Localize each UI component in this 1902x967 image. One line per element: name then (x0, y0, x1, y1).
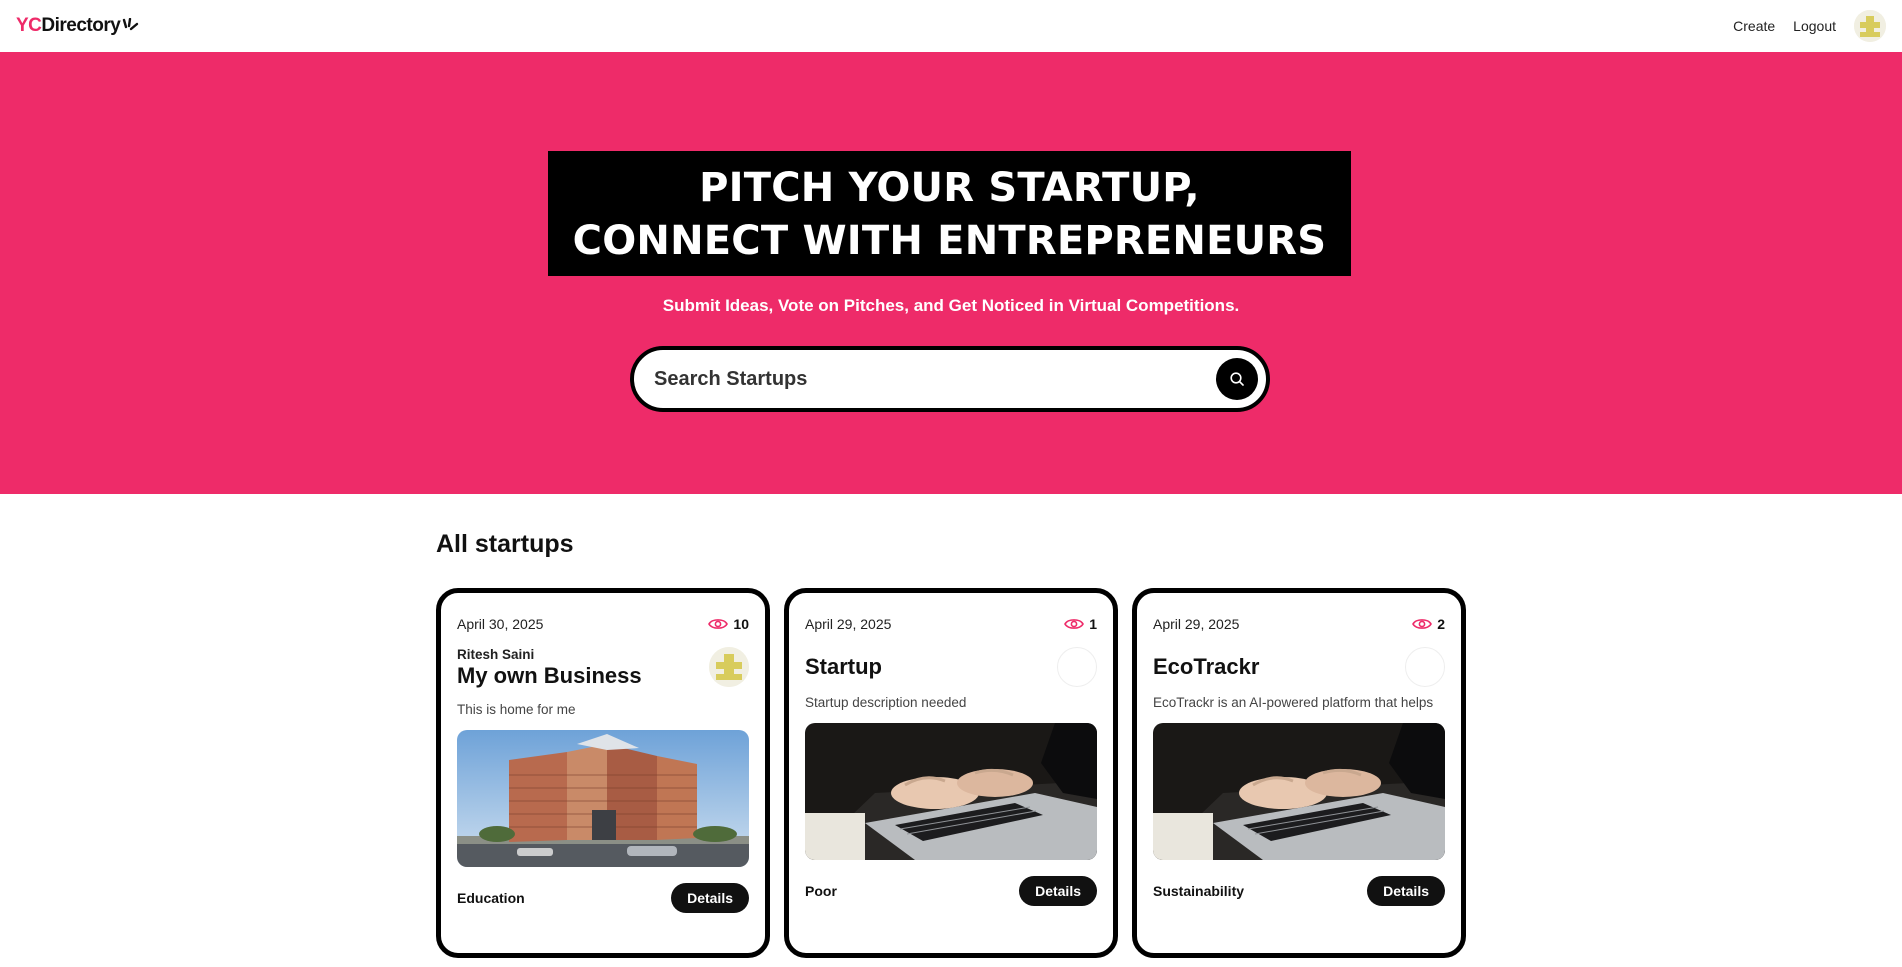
startup-image[interactable] (805, 723, 1097, 860)
logo-directory: Directory (41, 15, 121, 36)
logo[interactable]: YC Directory (16, 15, 140, 37)
eye-icon (1064, 619, 1085, 629)
startup-title[interactable]: EcoTrackr (1153, 653, 1259, 681)
author-avatar[interactable] (1057, 647, 1097, 687)
startup-card: April 29, 2025 2 EcoTrackr EcoTrackr is … (1132, 588, 1466, 958)
hero-section: PITCH YOUR STARTUP, CONNECT WITH ENTREPR… (0, 52, 1902, 494)
eye-icon (708, 619, 729, 629)
user-avatar[interactable] (1854, 10, 1886, 42)
search-button[interactable] (1216, 358, 1258, 400)
card-date: April 29, 2025 (805, 616, 892, 632)
startup-category[interactable]: Education (457, 890, 525, 906)
startup-image[interactable] (1153, 723, 1445, 860)
details-button[interactable]: Details (1367, 876, 1445, 906)
startup-card: April 30, 2025 10 Ritesh Saini My own Bu… (436, 588, 770, 958)
view-count: 1 (1064, 616, 1097, 632)
avatar-identicon-icon (1854, 10, 1886, 42)
startup-title[interactable]: Startup (805, 653, 882, 681)
hero-title-line-2: CONNECT WITH ENTREPRENEURS (572, 218, 1327, 264)
startup-category[interactable]: Sustainability (1153, 883, 1244, 899)
logout-link[interactable]: Logout (1793, 18, 1836, 34)
card-date: April 30, 2025 (457, 616, 544, 632)
hero-subtitle: Submit Ideas, Vote on Pitches, and Get N… (662, 296, 1240, 315)
startup-card: April 29, 2025 1 Startup Startup descrip… (784, 588, 1118, 958)
navbar: YC Directory Create Logout (0, 0, 1902, 52)
startup-category[interactable]: Poor (805, 883, 837, 899)
startup-title[interactable]: My own Business (457, 662, 642, 690)
author-name[interactable]: Ritesh Saini (457, 647, 642, 662)
eye-icon (1412, 619, 1433, 629)
nav-actions: Create Logout (1733, 10, 1886, 42)
startup-description: EcoTrackr is an AI-powered platform that… (1153, 695, 1434, 710)
author-avatar[interactable] (1405, 647, 1445, 687)
details-button[interactable]: Details (1019, 876, 1097, 906)
avatar-identicon-icon (709, 647, 749, 687)
logo-spark-icon (123, 18, 139, 31)
search-icon (1230, 372, 1244, 386)
logo-yc: YC (16, 15, 42, 36)
details-button[interactable]: Details (671, 883, 749, 913)
building-photo (457, 730, 749, 867)
card-date: April 29, 2025 (1153, 616, 1240, 632)
search-input[interactable] (654, 367, 1216, 391)
startup-description: This is home for me (457, 702, 576, 717)
view-count: 2 (1412, 616, 1445, 632)
hero-title-line-1: PITCH YOUR STARTUP, (699, 165, 1200, 211)
create-link[interactable]: Create (1733, 18, 1775, 34)
startup-image[interactable] (457, 730, 749, 867)
view-count-value: 2 (1437, 616, 1445, 632)
laptop-photo (1153, 723, 1445, 860)
search-form (630, 346, 1270, 412)
laptop-photo (805, 723, 1097, 860)
hero-title: PITCH YOUR STARTUP, CONNECT WITH ENTREPR… (548, 151, 1351, 276)
view-count-value: 10 (733, 616, 749, 632)
section-title: All startups (436, 530, 574, 558)
author-avatar[interactable] (709, 647, 749, 687)
startup-description: Startup description needed (805, 695, 967, 710)
view-count-value: 1 (1089, 616, 1097, 632)
view-count: 10 (708, 616, 749, 632)
